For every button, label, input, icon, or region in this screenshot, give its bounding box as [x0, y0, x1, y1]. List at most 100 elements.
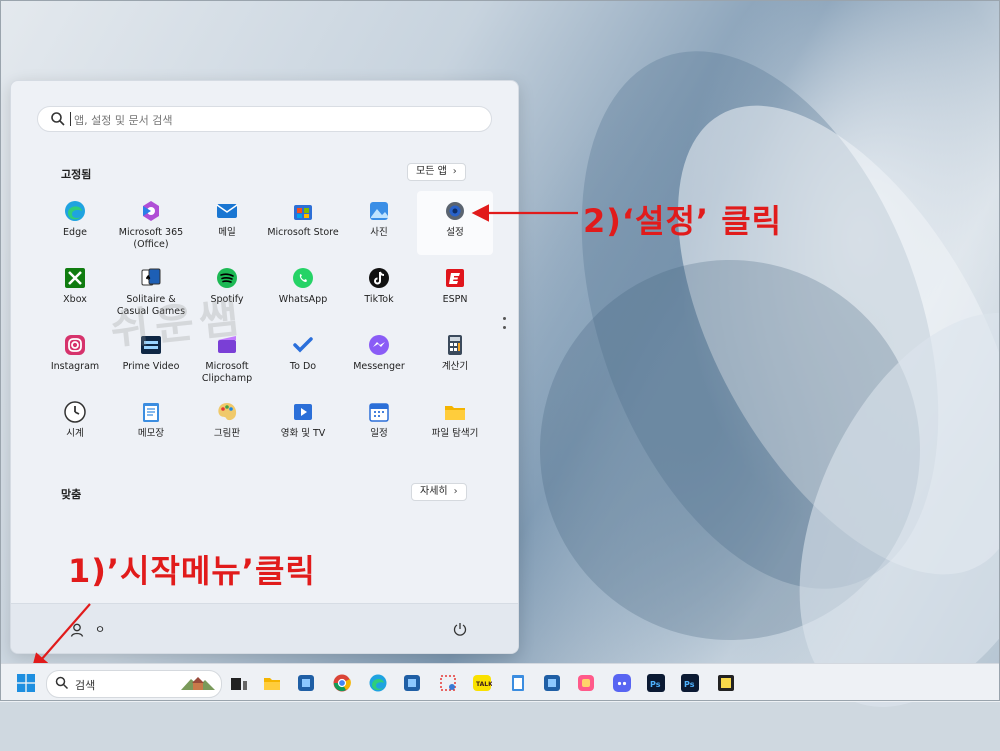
pinned-app-espn[interactable]: ESPN	[417, 258, 493, 322]
recommended-section-title: 맞춤	[61, 488, 82, 501]
pinned-apps-grid: Edge Microsoft 365 (Office) 메일 Microsoft St…	[37, 191, 497, 461]
office-icon	[143, 201, 159, 221]
taskbar-photoshop-icon[interactable]: Ps	[680, 673, 700, 693]
taskbar-edge-icon[interactable]	[368, 673, 388, 693]
edge-icon	[65, 201, 85, 221]
svg-text:♠: ♠	[145, 274, 151, 282]
pinned-app-whatsapp[interactable]: WhatsApp	[265, 258, 341, 322]
pinned-app-paint[interactable]: 그림판	[189, 392, 265, 456]
windows-start-icon[interactable]	[16, 673, 36, 693]
messenger-icon	[369, 335, 389, 355]
pinned-app-store[interactable]: Microsoft Store	[265, 191, 341, 255]
taskbar-app-icon[interactable]	[402, 673, 422, 693]
instagram-icon	[65, 335, 85, 355]
search-highlight-art	[181, 677, 215, 690]
pinned-app-label: Edge	[63, 227, 87, 238]
taskbar-search-placeholder: 검색	[75, 679, 96, 692]
pinned-app-tiktok[interactable]: TikTok	[341, 258, 417, 322]
page-indicator[interactable]	[503, 317, 507, 331]
pinned-app-label: WhatsApp	[278, 294, 328, 305]
taskbar-photos-icon[interactable]	[576, 673, 596, 693]
svg-text:Ps: Ps	[650, 680, 661, 689]
pinned-app-edge[interactable]: Edge	[37, 191, 113, 255]
taskbar-chrome-icon[interactable]	[332, 673, 352, 693]
whatsapp-icon	[293, 268, 313, 288]
taskbar-app-icon[interactable]	[296, 673, 316, 693]
clock-icon	[64, 401, 86, 423]
todo-icon	[293, 337, 313, 353]
user-name[interactable]: ㅇ	[95, 621, 105, 637]
calculator-icon	[448, 335, 462, 355]
pinned-app-calculator[interactable]: 계산기	[417, 325, 493, 389]
taskbar-discord-icon[interactable]	[612, 673, 632, 693]
pinned-app-label: TikTok	[364, 294, 394, 305]
taskbar-kakaotalk-icon[interactable]: TALK	[472, 673, 492, 693]
pinned-app-label: 시계	[66, 428, 84, 439]
text-caret	[70, 112, 71, 126]
movies-icon	[294, 404, 312, 420]
notepad-icon	[143, 403, 159, 422]
taskbar: 검색 TALK Ps Ps	[0, 663, 1000, 702]
pinned-app-todo[interactable]: To Do	[265, 325, 341, 389]
pinned-app-calendar[interactable]: 일정	[341, 392, 417, 456]
cards-icon: ♠	[141, 268, 161, 286]
taskbar-sticky-notes-icon[interactable]	[716, 673, 736, 693]
taskbar-snipping-icon[interactable]	[438, 673, 458, 693]
pinned-app-folder[interactable]: 파일 탐색기	[417, 392, 493, 456]
more-button[interactable]: 자세히 ›	[411, 483, 467, 501]
pinned-app-label: 설정	[446, 227, 464, 238]
pinned-app-label: Prime Video	[122, 361, 180, 372]
chevron-right-icon: ›	[452, 166, 457, 177]
pinned-app-office[interactable]: Microsoft 365 (Office)	[113, 191, 189, 255]
search-icon	[51, 112, 65, 126]
pinned-app-clock[interactable]: 시계	[37, 392, 113, 456]
taskbar-app-icon[interactable]	[542, 673, 562, 693]
pinned-app-movies[interactable]: 영화 및 TV	[265, 392, 341, 456]
taskbar-photoshop-icon[interactable]: Ps	[646, 673, 666, 693]
tiktok-icon	[369, 268, 389, 288]
paint-icon	[218, 403, 237, 421]
pinned-app-notepad[interactable]: 메모장	[113, 392, 189, 456]
pinned-app-label: Xbox	[63, 294, 87, 305]
svg-text:Ps: Ps	[684, 680, 695, 689]
gear-icon	[446, 202, 464, 220]
pinned-app-label: ESPN	[442, 294, 468, 305]
all-apps-label: 모든 앱	[416, 166, 447, 177]
taskbar-notepad-icon[interactable]	[508, 673, 528, 693]
taskbar-task-view-icon[interactable]	[228, 673, 248, 693]
all-apps-button[interactable]: 모든 앱 ›	[407, 163, 466, 181]
pinned-section-title: 고정됨	[61, 168, 92, 181]
pinned-app-label: 계산기	[441, 361, 469, 372]
store-icon	[294, 205, 312, 220]
pinned-app-gear[interactable]: 설정	[417, 191, 493, 255]
mail-icon	[216, 204, 238, 218]
pinned-app-label: 그림판	[213, 428, 241, 439]
pinned-app-label: 파일 탐색기	[431, 428, 479, 439]
pinned-app-label: Microsoft Clipchamp	[201, 361, 253, 384]
taskbar-search[interactable]: 검색	[46, 670, 222, 698]
pinned-app-label: 메일	[218, 227, 236, 238]
more-label: 자세히	[420, 486, 448, 497]
user-icon[interactable]	[69, 622, 85, 638]
start-search-box[interactable]	[37, 106, 492, 132]
pinned-app-label: 메모장	[137, 428, 165, 439]
start-search-input[interactable]	[72, 110, 476, 130]
start-menu-footer: ㅇ	[11, 603, 518, 653]
pinned-app-instagram[interactable]: Instagram	[37, 325, 113, 389]
taskbar-file-explorer-icon[interactable]	[262, 673, 282, 693]
pinned-app-messenger[interactable]: Messenger	[341, 325, 417, 389]
pinned-app-label: 일정	[370, 428, 388, 439]
espn-icon	[446, 269, 464, 287]
pinned-app-label: 사진	[370, 227, 388, 238]
pinned-app-label: Messenger	[353, 361, 405, 372]
step1-annotation: 1)’시작메뉴’클릭	[68, 552, 316, 590]
svg-text:TALK: TALK	[476, 681, 492, 688]
power-icon[interactable]	[452, 621, 468, 637]
pinned-app-mail[interactable]: 메일	[189, 191, 265, 255]
photos-icon	[370, 202, 388, 220]
pinned-app-xbox[interactable]: Xbox	[37, 258, 113, 322]
xbox-icon	[65, 268, 85, 288]
folder-icon	[445, 406, 465, 420]
pinned-app-photos[interactable]: 사진	[341, 191, 417, 255]
pinned-app-label: Instagram	[50, 361, 100, 372]
